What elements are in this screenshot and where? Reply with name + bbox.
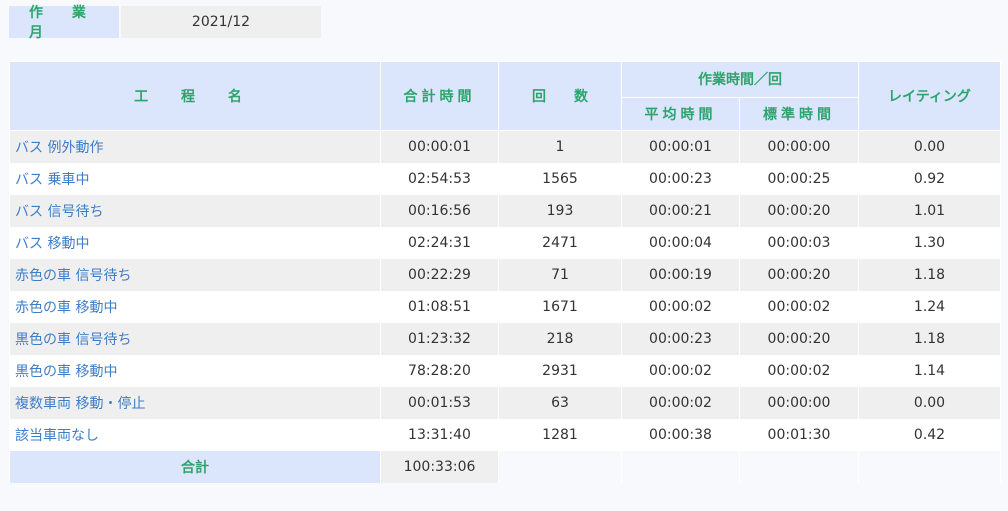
- total-time-cell: 00:00:01: [380, 130, 499, 163]
- std-time-cell: 00:00:02: [739, 291, 859, 323]
- process-name-link[interactable]: バス 乗車中: [9, 163, 381, 195]
- std-time-cell: 00:01:30: [739, 419, 859, 451]
- count-cell: 71: [498, 259, 622, 291]
- empty-cell: [739, 451, 859, 483]
- avg-time-cell: 00:00:23: [621, 323, 740, 355]
- table-row: バス 例外動作 00:00:01 1 00:00:01 00:00:00 0.0…: [9, 130, 1001, 163]
- rating-cell: 0.42: [858, 419, 1001, 451]
- empty-cell: [498, 451, 622, 483]
- rating-cell: 1.01: [858, 195, 1001, 227]
- total-label: 合計: [9, 451, 381, 483]
- header-avg-time: 平均時間: [621, 96, 740, 131]
- avg-time-cell: 00:00:01: [621, 130, 740, 163]
- avg-time-cell: 00:00:02: [621, 387, 740, 419]
- work-month-label: 作 業 月: [9, 5, 119, 41]
- header-std-time: 標準時間: [739, 96, 859, 131]
- process-name-link[interactable]: 赤色の車 信号待ち: [9, 259, 381, 291]
- count-cell: 2471: [498, 227, 622, 259]
- rating-cell: 1.18: [858, 323, 1001, 355]
- table-row: 黒色の車 信号待ち 01:23:32 218 00:00:23 00:00:20…: [9, 323, 1001, 355]
- rating-cell: 0.92: [858, 163, 1001, 195]
- total-time-cell: 02:24:31: [380, 227, 499, 259]
- total-time-cell: 01:23:32: [380, 323, 499, 355]
- std-time-cell: 00:00:00: [739, 387, 859, 419]
- std-time-cell: 00:00:02: [739, 355, 859, 387]
- process-name-link[interactable]: 複数車両 移動・停止: [9, 387, 381, 419]
- empty-cell: [621, 451, 740, 483]
- total-time-cell: 00:16:56: [380, 195, 499, 227]
- total-time-cell: 02:54:53: [380, 163, 499, 195]
- count-cell: 1565: [498, 163, 622, 195]
- process-name-link[interactable]: バス 移動中: [9, 227, 381, 259]
- header-rating: レイティング: [858, 61, 1001, 131]
- total-row: 合計 100:33:06: [9, 451, 1001, 483]
- total-time-cell: 78:28:20: [380, 355, 499, 387]
- process-name-link[interactable]: バス 信号待ち: [9, 195, 381, 227]
- std-time-cell: 00:00:20: [739, 259, 859, 291]
- process-name-link[interactable]: 黒色の車 移動中: [9, 355, 381, 387]
- work-month-row: 作 業 月 2021/12: [9, 5, 321, 41]
- avg-time-cell: 00:00:19: [621, 259, 740, 291]
- count-cell: 1281: [498, 419, 622, 451]
- table-row: バス 移動中 02:24:31 2471 00:00:04 00:00:03 1…: [9, 227, 1001, 259]
- process-name-link[interactable]: バス 例外動作: [9, 130, 381, 163]
- count-cell: 1671: [498, 291, 622, 323]
- rating-cell: 0.00: [858, 387, 1001, 419]
- header-time-per-cycle: 作業時間／回: [621, 61, 859, 98]
- avg-time-cell: 00:00:23: [621, 163, 740, 195]
- work-month-value: 2021/12: [121, 6, 321, 38]
- total-time-cell: 00:22:29: [380, 259, 499, 291]
- std-time-cell: 00:00:25: [739, 163, 859, 195]
- table-row: バス 乗車中 02:54:53 1565 00:00:23 00:00:25 0…: [9, 163, 1001, 195]
- rating-cell: 1.30: [858, 227, 1001, 259]
- process-name-link[interactable]: 赤色の車 移動中: [9, 291, 381, 323]
- avg-time-cell: 00:00:04: [621, 227, 740, 259]
- work-time-table: 工 程 名 合計時間 回 数 作業時間／回 レイティング 平均時間 標準時間 バ…: [9, 61, 1001, 483]
- count-cell: 2931: [498, 355, 622, 387]
- total-time-value: 100:33:06: [380, 451, 499, 483]
- rating-cell: 1.24: [858, 291, 1001, 323]
- total-time-cell: 13:31:40: [380, 419, 499, 451]
- table-row: 該当車両なし 13:31:40 1281 00:00:38 00:01:30 0…: [9, 419, 1001, 451]
- count-cell: 63: [498, 387, 622, 419]
- process-name-link[interactable]: 該当車両なし: [9, 419, 381, 451]
- process-name-link[interactable]: 黒色の車 信号待ち: [9, 323, 381, 355]
- rating-cell: 0.00: [858, 130, 1001, 163]
- std-time-cell: 00:00:00: [739, 130, 859, 163]
- table-row: 赤色の車 移動中 01:08:51 1671 00:00:02 00:00:02…: [9, 291, 1001, 323]
- avg-time-cell: 00:00:02: [621, 291, 740, 323]
- table-row: 黒色の車 移動中 78:28:20 2931 00:00:02 00:00:02…: [9, 355, 1001, 387]
- rating-cell: 1.18: [858, 259, 1001, 291]
- avg-time-cell: 00:00:02: [621, 355, 740, 387]
- count-cell: 218: [498, 323, 622, 355]
- std-time-cell: 00:00:20: [739, 323, 859, 355]
- empty-cell: [858, 451, 1001, 483]
- std-time-cell: 00:00:20: [739, 195, 859, 227]
- table-row: バス 信号待ち 00:16:56 193 00:00:21 00:00:20 1…: [9, 195, 1001, 227]
- count-cell: 193: [498, 195, 622, 227]
- table-row: 赤色の車 信号待ち 00:22:29 71 00:00:19 00:00:20 …: [9, 259, 1001, 291]
- table-row: 複数車両 移動・停止 00:01:53 63 00:00:02 00:00:00…: [9, 387, 1001, 419]
- total-time-cell: 00:01:53: [380, 387, 499, 419]
- header-count: 回 数: [498, 61, 622, 131]
- count-cell: 1: [498, 130, 622, 163]
- header-total-time: 合計時間: [380, 61, 499, 131]
- rating-cell: 1.14: [858, 355, 1001, 387]
- header-process-name: 工 程 名: [9, 61, 381, 131]
- std-time-cell: 00:00:03: [739, 227, 859, 259]
- total-time-cell: 01:08:51: [380, 291, 499, 323]
- avg-time-cell: 00:00:21: [621, 195, 740, 227]
- avg-time-cell: 00:00:38: [621, 419, 740, 451]
